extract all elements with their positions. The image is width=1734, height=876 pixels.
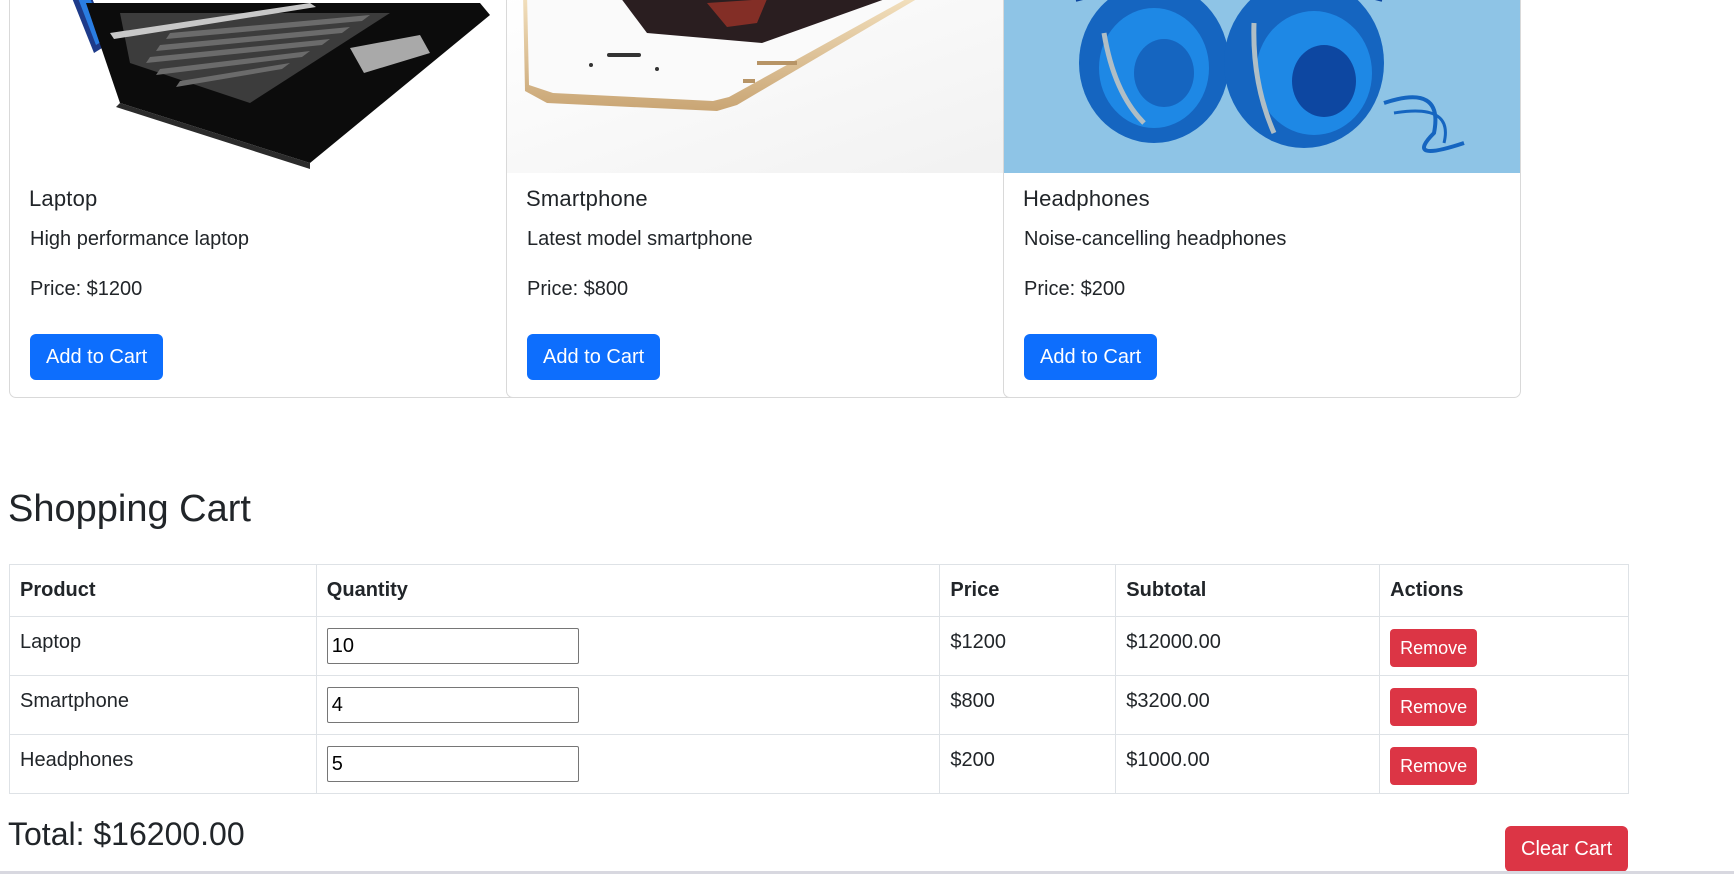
page: Laptop High performance laptop Price: $1…: [0, 0, 1734, 876]
product-name: Laptop: [29, 186, 98, 211]
cart-total: Total: $16200.00: [8, 816, 245, 853]
product-card-headphones: Headphones Noise-cancelling headphones P…: [1003, 0, 1521, 398]
remove-button[interactable]: Remove: [1390, 747, 1478, 785]
total-value: $16200.00: [93, 816, 245, 852]
product-card-smartphone: Smartphone Latest model smartphone Price…: [506, 0, 1024, 398]
product-price: Price: $200: [1024, 278, 1126, 300]
cell-actions: Remove: [1379, 675, 1629, 735]
quantity-input[interactable]: [326, 746, 579, 782]
total-label: Total:: [8, 816, 85, 852]
cell-price: $1200: [939, 616, 1117, 676]
cell-price: $800: [939, 675, 1117, 735]
cell-product: Headphones: [9, 734, 317, 794]
cell-product: Laptop: [9, 616, 317, 676]
product-description: Latest model smartphone: [527, 228, 753, 250]
product-description: Noise-cancelling headphones: [1024, 228, 1287, 250]
product-price: Price: $1200: [30, 278, 143, 300]
page-bottom-divider: [0, 871, 1734, 874]
table-row: Smartphone $800 $3200.00 Remove: [9, 675, 1629, 735]
product-name: Headphones: [1023, 186, 1150, 211]
column-header-product: Product: [9, 564, 317, 617]
add-to-cart-button[interactable]: Add to Cart: [527, 334, 661, 380]
product-price: Price: $800: [527, 278, 629, 300]
cell-subtotal: $3200.00: [1115, 675, 1381, 735]
column-header-quantity: Quantity: [315, 564, 941, 617]
cell-actions: Remove: [1379, 734, 1629, 794]
remove-button[interactable]: Remove: [1390, 629, 1478, 667]
quantity-input[interactable]: [326, 628, 579, 664]
cell-quantity: [315, 675, 941, 735]
headphones-image: [1004, 0, 1520, 173]
table-header-row: Product Quantity Price Subtotal Actions: [9, 564, 1629, 617]
product-card-laptop: Laptop High performance laptop Price: $1…: [9, 0, 527, 398]
cell-subtotal: $12000.00: [1115, 616, 1381, 676]
column-header-price: Price: [939, 564, 1117, 617]
column-header-actions: Actions: [1379, 564, 1629, 617]
table-row: Headphones $200 $1000.00 Remove: [9, 734, 1629, 794]
add-to-cart-button[interactable]: Add to Cart: [1024, 334, 1158, 380]
cell-actions: Remove: [1379, 616, 1629, 676]
cell-subtotal: $1000.00: [1115, 734, 1381, 794]
remove-button[interactable]: Remove: [1390, 688, 1478, 726]
smartphone-image: [507, 0, 1023, 173]
laptop-image: [10, 0, 526, 173]
cell-quantity: [315, 734, 941, 794]
table-row: Laptop $1200 $12000.00 Remove: [9, 616, 1629, 676]
column-header-subtotal: Subtotal: [1115, 564, 1381, 617]
cell-product: Smartphone: [9, 675, 317, 735]
cell-quantity: [315, 616, 941, 676]
cell-price: $200: [939, 734, 1117, 794]
add-to-cart-button[interactable]: Add to Cart: [30, 334, 164, 380]
product-description: High performance laptop: [30, 228, 250, 250]
clear-cart-button[interactable]: Clear Cart: [1505, 826, 1629, 872]
cart-heading: Shopping Cart: [8, 488, 251, 530]
cart-table: Product Quantity Price Subtotal Actions …: [9, 564, 1629, 794]
product-name: Smartphone: [526, 186, 648, 211]
quantity-input[interactable]: [326, 687, 579, 723]
